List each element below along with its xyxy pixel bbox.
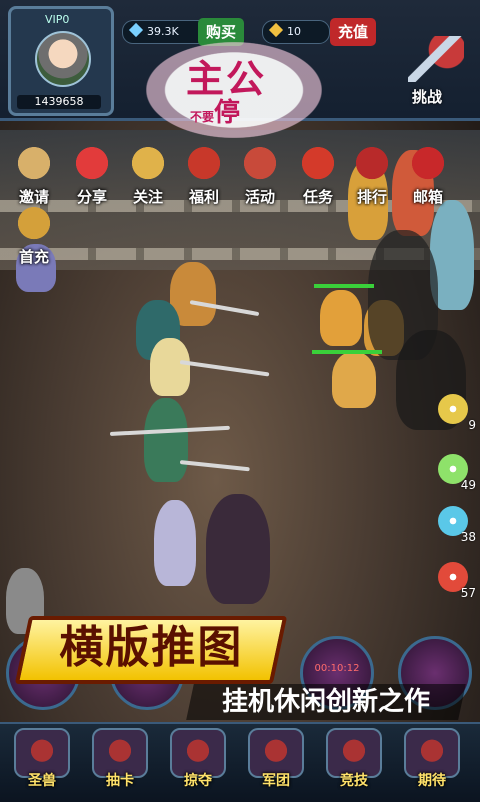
loot-drop[interactable]: 49 [436, 452, 476, 492]
nav-item[interactable]: 圣兽 [10, 728, 74, 800]
bottom-nav: 圣兽 抽卡 掠夺 军团 竞技 期待 [0, 722, 480, 802]
promo-banner-sub: 挂机休闲创新之作 [186, 684, 466, 720]
stamina-counter: 10 [262, 20, 330, 44]
horn-icon [14, 146, 54, 184]
player-avatar-frame[interactable]: VIP0 1439658 [8, 6, 114, 116]
nav-item[interactable]: 竞技 [322, 728, 386, 800]
nav-item-label: 军团 [262, 773, 290, 789]
loot-drop[interactable]: 57 [436, 560, 476, 600]
menu-item[interactable]: 排行 [344, 146, 400, 210]
nav-item-label: 期待 [418, 773, 446, 789]
menu-item[interactable]: 关注 [120, 146, 176, 210]
menu-item-label: 关注 [132, 188, 163, 206]
nav-item[interactable]: 抽卡 [88, 728, 152, 800]
hero-character [144, 398, 188, 482]
nav-item[interactable]: 军团 [244, 728, 308, 800]
menu-item[interactable]: 邀请 [6, 146, 62, 210]
loot-count: 9 [468, 418, 476, 432]
nav-item-label: 竞技 [340, 773, 368, 789]
heart-icon [72, 146, 112, 184]
enemy-character [332, 352, 376, 408]
loot-count: 49 [460, 478, 476, 492]
drum-icon [240, 146, 280, 184]
giftbox-icon [184, 146, 224, 184]
menu-item[interactable]: 分享 [64, 146, 120, 210]
scroll-icon [128, 146, 168, 184]
menu-item-label: 首充 [18, 248, 49, 266]
hero-character [154, 500, 196, 586]
vip-level: VIP0 [45, 13, 70, 26]
game-logo: 主公 不要停 [146, 42, 322, 138]
loot-drop[interactable]: 38 [436, 504, 476, 544]
combat-power: 1439658 [17, 95, 101, 109]
treasure-chest-icon [14, 206, 54, 244]
challenge-button[interactable]: 挑战 [398, 30, 470, 110]
enemy-hp-bar [312, 350, 382, 354]
gem-counter: 39.3K [122, 20, 210, 44]
hero-character [206, 494, 270, 604]
recharge-button[interactable]: 充值 [330, 18, 377, 46]
menu-item-label: 分享 [76, 188, 107, 206]
enemy-character [320, 290, 362, 346]
enemy-hp-bar [314, 284, 374, 288]
skill-timer: 00:10:12 [314, 663, 360, 674]
gem-icon [128, 22, 144, 38]
crossed-swords-icon [408, 36, 464, 82]
menu-item[interactable]: 活动 [232, 146, 288, 210]
loot-count: 38 [460, 530, 476, 544]
menu-item-label: 邮箱 [412, 188, 443, 206]
menu-item[interactable]: 福利 [176, 146, 232, 210]
menu-item[interactable]: 邮箱 [400, 146, 456, 210]
nav-item-label: 圣兽 [28, 773, 56, 789]
loot-drop[interactable]: 9 [436, 392, 476, 432]
ranking-icon [352, 146, 392, 184]
spear-weapon [179, 360, 270, 377]
avatar [35, 31, 91, 87]
spear-weapon [179, 460, 250, 472]
nav-item-label: 掠夺 [184, 773, 212, 789]
loot-gem-icon [438, 394, 468, 424]
promo-banner-main: 横版推图 [14, 616, 288, 684]
menu-item-label: 福利 [188, 188, 219, 206]
menu-item-label: 排行 [356, 188, 387, 206]
menu-item-label: 任务 [302, 188, 333, 206]
flag-icon [298, 146, 338, 184]
menu-item-label: 邀请 [18, 188, 49, 206]
nav-item-label: 抽卡 [106, 773, 134, 789]
nav-item[interactable]: 掠夺 [166, 728, 230, 800]
menu-item[interactable]: 首充 [6, 206, 62, 270]
menu-item[interactable]: 任务 [290, 146, 346, 210]
mailbox-icon [408, 146, 448, 184]
menu-item-label: 活动 [244, 188, 275, 206]
hero-character [150, 338, 190, 396]
loot-count: 57 [460, 586, 476, 600]
stamina-icon [268, 22, 284, 38]
nav-item[interactable]: 期待 [400, 728, 464, 800]
